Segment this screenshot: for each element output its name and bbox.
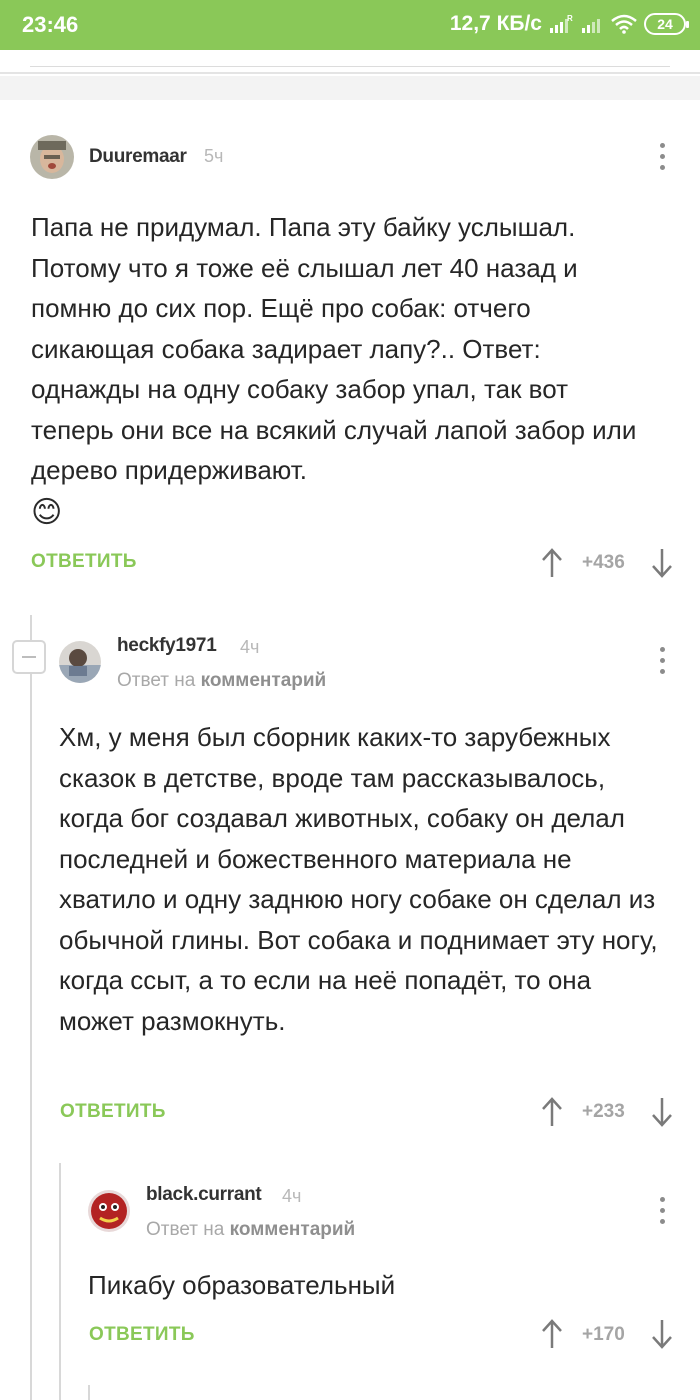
more-options-icon[interactable] <box>656 647 668 677</box>
battery-icon: 24 <box>644 13 689 35</box>
signal-icon <box>582 19 600 33</box>
avatar[interactable] <box>88 1190 130 1232</box>
more-options-icon[interactable] <box>656 143 668 173</box>
status-indicators: 12,7 КБ/с R 24 <box>449 12 689 36</box>
reply-to-prefix: Ответ на <box>146 1219 225 1240</box>
reply-button[interactable]: ОТВЕТИТЬ <box>31 551 137 573</box>
upvote-arrow-icon[interactable] <box>540 547 564 579</box>
thread-line <box>30 615 32 1400</box>
downvote-arrow-icon[interactable] <box>650 1318 674 1350</box>
reply-button[interactable]: ОТВЕТИТЬ <box>60 1101 166 1123</box>
reply-to-label: Ответ на комментарий <box>117 670 326 692</box>
reply-to-prefix: Ответ на <box>117 670 196 691</box>
status-time: 23:46 <box>22 12 79 37</box>
more-options-icon[interactable] <box>656 1197 668 1227</box>
comment-text: Папа не придумал. Папа эту байку услышал… <box>31 212 637 485</box>
reply-to-link[interactable]: комментарий <box>230 1219 356 1240</box>
comment-time: 4ч <box>240 637 260 657</box>
smile-emoji-icon: 😊 <box>31 496 63 529</box>
post-footer-bar <box>0 50 700 74</box>
thread-line <box>88 1385 90 1400</box>
comment-author[interactable]: black.currant <box>146 1184 262 1206</box>
reply-to-label: Ответ на комментарий <box>146 1219 355 1241</box>
divider <box>30 66 670 67</box>
collapse-thread-button[interactable] <box>12 640 46 674</box>
section-gap <box>0 76 700 100</box>
thread-line <box>59 1163 61 1400</box>
wifi-icon <box>611 14 637 34</box>
reply-button[interactable]: ОТВЕТИТЬ <box>89 1324 195 1346</box>
svg-text:R: R <box>567 14 573 23</box>
comment-author[interactable]: Duuremaar <box>89 146 187 168</box>
avatar[interactable] <box>59 641 101 683</box>
comment-rating: +233 <box>582 1101 625 1122</box>
network-speed: 12,7 КБ/с <box>449 12 542 35</box>
upvote-arrow-icon[interactable] <box>540 1096 564 1128</box>
comment-time: 4ч <box>282 1186 302 1206</box>
comment-rating: +436 <box>582 552 625 573</box>
comment-text: Хм, у меня был сборник каких-то зарубежн… <box>59 722 658 1036</box>
comment-rating: +170 <box>582 1324 625 1345</box>
downvote-arrow-icon[interactable] <box>650 547 674 579</box>
downvote-arrow-icon[interactable] <box>650 1096 674 1128</box>
comment-text: Пикабу образовательный <box>88 1270 396 1300</box>
comment-time: 5ч <box>204 146 224 166</box>
signal-roaming-icon: R <box>550 14 573 33</box>
upvote-arrow-icon[interactable] <box>540 1318 564 1350</box>
status-bar: 23:46 12,7 КБ/с R 24 <box>0 0 700 50</box>
avatar[interactable] <box>30 135 74 179</box>
reply-to-link[interactable]: комментарий <box>201 670 327 691</box>
comment-author[interactable]: heckfy1971 <box>117 635 217 657</box>
